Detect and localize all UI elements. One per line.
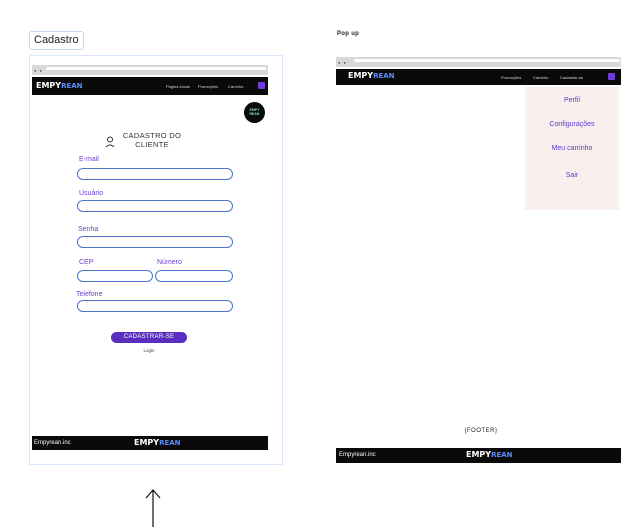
- hamburger-menu-icon-right[interactable]: [608, 73, 615, 80]
- footer-company: Empyrean.inc: [34, 440, 71, 446]
- number-field[interactable]: [155, 270, 233, 282]
- frame-label-popup: Pop up: [337, 31, 360, 37]
- cep-field[interactable]: [77, 270, 153, 282]
- footer-right: Empyrean.inc EMPYREAN: [336, 448, 621, 463]
- hamburger-menu-icon[interactable]: [258, 82, 265, 89]
- window-controls-icon: ● ●: [34, 68, 43, 73]
- footer-right-logo: EMPYREAN: [466, 451, 513, 459]
- nav-right-carrinho[interactable]: Carrinho: [533, 75, 548, 80]
- user-label: Usuário: [79, 190, 104, 197]
- form-title-line1: CADASTRO DO: [122, 131, 182, 140]
- logo-text-bottom: REAN: [61, 82, 83, 90]
- frame-label-cadastro: Cadastro: [29, 31, 84, 50]
- brand-logo[interactable]: EMPYREAN: [36, 82, 83, 90]
- nav-right-promocoes[interactable]: Promoções: [501, 75, 521, 80]
- form-title-line2: CLIENTE: [135, 140, 169, 149]
- window-controls-icon-right: ● ●: [338, 60, 347, 65]
- nav-link-carrinho[interactable]: Carrinho: [228, 84, 243, 89]
- phone-field[interactable]: [77, 300, 233, 312]
- avatar[interactable]: EMPY REAN: [244, 102, 265, 123]
- footer-right-company: Empyrean.inc: [339, 452, 376, 458]
- top-nav-right: EMPYREAN Promoções Carrinho Cadastrar-se: [336, 69, 621, 85]
- logo-right-bottom: REAN: [373, 72, 395, 80]
- footer-caption: {FOOTER}: [464, 428, 498, 434]
- login-link[interactable]: Login: [111, 348, 187, 353]
- footer-right-logo-bottom: REAN: [491, 451, 513, 459]
- avatar-logo-icon: EMPY REAN: [249, 108, 260, 116]
- cep-label: CEP: [79, 259, 94, 266]
- address-bar-right[interactable]: [354, 59, 620, 62]
- brand-logo-right[interactable]: EMPYREAN: [348, 72, 395, 80]
- arrow-up-icon: [145, 489, 161, 527]
- menu-item-configuracoes[interactable]: Configurações: [525, 121, 619, 128]
- nav-link-home[interactable]: Página inicial: [166, 84, 190, 89]
- phone-label: Telefone: [76, 291, 103, 298]
- username-field[interactable]: [77, 200, 233, 212]
- address-bar[interactable]: [46, 67, 266, 70]
- footer-left: Empyrean.inc EMPYREAN: [32, 436, 268, 450]
- footer-logo-bottom: REAN: [159, 439, 181, 447]
- footer-logo-top: EMPY: [134, 438, 160, 447]
- number-label: Número: [157, 259, 182, 266]
- menu-item-perfil[interactable]: Perfil: [525, 97, 619, 104]
- menu-item-carrinho[interactable]: Meu carrinho: [525, 145, 619, 152]
- top-nav: EMPYREAN Página inicial Promoções Carrin…: [32, 77, 268, 95]
- password-field[interactable]: [77, 236, 233, 248]
- nav-link-promocoes[interactable]: Promoções: [198, 84, 218, 89]
- logo-text-top: EMPY: [36, 81, 62, 90]
- email-label: E-mail: [79, 156, 99, 163]
- nav-right-cadastrar[interactable]: Cadastrar-se: [560, 75, 583, 80]
- footer-right-logo-top: EMPY: [466, 450, 492, 459]
- email-field[interactable]: [77, 168, 233, 180]
- menu-item-sair[interactable]: Sair: [525, 172, 619, 179]
- cadastrar-button[interactable]: CADASTRAR-SE: [111, 332, 187, 343]
- user-icon: [105, 136, 115, 148]
- password-label: Senha: [78, 226, 99, 233]
- form-title: CADASTRO DO CLIENTE: [122, 131, 182, 149]
- user-dropdown-menu: Perfil Configurações Meu carrinho Sair: [525, 87, 619, 210]
- footer-logo: EMPYREAN: [134, 439, 181, 447]
- logo-right-top: EMPY: [348, 71, 374, 80]
